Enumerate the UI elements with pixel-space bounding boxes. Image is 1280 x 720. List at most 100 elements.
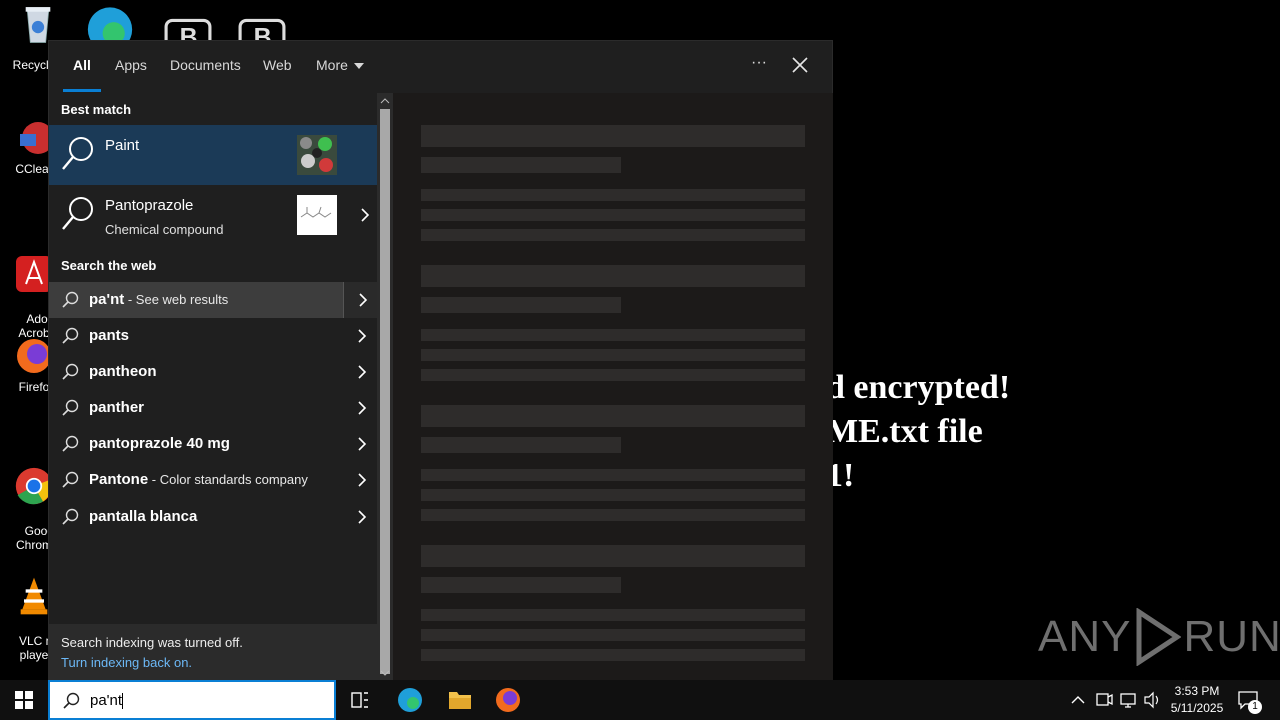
- windows-start-icon[interactable]: [0, 680, 48, 720]
- web-suggestion-item[interactable]: pantalla blanca: [49, 499, 377, 535]
- loading-placeholder: [421, 577, 621, 593]
- web-suggestion-item[interactable]: pants: [49, 318, 377, 354]
- web-suggestion-text: pants: [89, 327, 129, 344]
- open-suggestion-button[interactable]: [343, 462, 377, 498]
- search-icon: [62, 327, 79, 344]
- search-web-heading: Search the web: [61, 258, 157, 273]
- loading-placeholder: [421, 629, 805, 641]
- chevron-right-icon: [359, 293, 368, 307]
- file-explorer-icon[interactable]: [436, 680, 484, 720]
- web-suggestion-description: - See web results: [124, 292, 229, 307]
- tab-more[interactable]: More: [316, 57, 364, 77]
- scroll-up-icon[interactable]: [380, 97, 390, 105]
- search-query-text: pa'nt: [90, 692, 123, 709]
- search-icon: [62, 197, 93, 230]
- search-icon: [62, 137, 93, 170]
- close-icon[interactable]: [788, 53, 812, 77]
- web-suggestion-query: pantoprazole 40 mg: [89, 435, 230, 452]
- show-hidden-icons-chevron-icon[interactable]: [1068, 680, 1088, 720]
- loading-placeholder: [421, 609, 805, 621]
- task-view-icon[interactable]: [336, 680, 384, 720]
- best-match-pantoprazole[interactable]: Pantoprazole Chemical compound: [49, 185, 377, 245]
- notification-count-badge: 1: [1248, 700, 1262, 714]
- open-suggestion-button[interactable]: [343, 499, 377, 535]
- best-match-title: Pantoprazole: [105, 197, 194, 214]
- loading-placeholder: [421, 489, 805, 501]
- edge-taskbar-icon[interactable]: [386, 680, 434, 720]
- active-tab-indicator: [63, 89, 101, 92]
- open-suggestion-button[interactable]: [343, 354, 377, 390]
- anyrun-watermark: ANY RUN: [1038, 608, 1280, 666]
- edge-desktop-icon[interactable]: [86, 4, 134, 44]
- best-match-subtitle: Chemical compound: [105, 222, 224, 237]
- web-suggestion-query: Pantone: [89, 471, 149, 488]
- more-options-button[interactable]: ···: [747, 53, 771, 77]
- loading-placeholder: [421, 545, 805, 567]
- chevron-right-icon[interactable]: [357, 207, 373, 223]
- web-suggestion-query: pants: [89, 327, 130, 344]
- loading-placeholder: [421, 229, 805, 241]
- taskbar: pa'nt 3:53 PM 5/11/2025 1: [0, 680, 1280, 720]
- open-suggestion-button[interactable]: [343, 390, 377, 426]
- web-suggestion-text: pantoprazole 40 mg: [89, 435, 230, 452]
- tab-documents[interactable]: Documents: [170, 57, 241, 77]
- loading-placeholder: [421, 649, 805, 661]
- loading-placeholder: [421, 405, 805, 427]
- best-match-title: Paint: [105, 137, 140, 154]
- loading-placeholder: [421, 189, 805, 201]
- clock-date: 5/11/2025: [1170, 701, 1224, 715]
- web-suggestion-query: pantheon: [89, 363, 157, 380]
- loading-placeholder: [421, 437, 621, 453]
- web-suggestion-query: pa'nt: [89, 291, 125, 308]
- indexing-notice: Search indexing was turned off. Turn ind…: [49, 624, 377, 681]
- clock-time: 3:53 PM: [1174, 684, 1220, 698]
- best-match-heading: Best match: [61, 102, 132, 117]
- web-suggestion-item[interactable]: pantheon: [49, 354, 377, 390]
- tab-web[interactable]: Web: [263, 57, 292, 77]
- loading-placeholder: [421, 125, 805, 147]
- recycle-bin-icon[interactable]: [14, 4, 62, 44]
- open-suggestion-button[interactable]: [343, 426, 377, 462]
- search-icon: [62, 291, 79, 308]
- web-suggestion-query: panther: [89, 399, 145, 416]
- chevron-right-icon: [358, 401, 367, 415]
- tab-apps[interactable]: Apps: [115, 57, 147, 77]
- firefox-taskbar-icon[interactable]: [484, 680, 532, 720]
- chevron-right-icon: [358, 365, 367, 379]
- scroll-down-icon[interactable]: [380, 669, 390, 677]
- system-clock[interactable]: 3:53 PM 5/11/2025: [1164, 683, 1230, 717]
- search-icon: [62, 399, 79, 416]
- best-match-paint[interactable]: Paint: [49, 125, 377, 185]
- tab-all[interactable]: All: [73, 57, 91, 77]
- search-tabs: All Apps Documents Web More ···: [49, 41, 834, 93]
- scrollbar-thumb[interactable]: [380, 109, 390, 674]
- molecule-thumbnail-icon: [297, 195, 337, 235]
- turn-indexing-on-link[interactable]: Turn indexing back on.: [61, 655, 192, 670]
- volume-icon[interactable]: [1142, 680, 1162, 720]
- loading-placeholder: [421, 297, 621, 313]
- loading-placeholder: [421, 157, 621, 173]
- open-suggestion-button[interactable]: [343, 282, 377, 318]
- action-center-button[interactable]: 1: [1236, 688, 1262, 714]
- search-icon: [63, 692, 80, 709]
- web-suggestion-text: Pantone - Color standards company: [89, 471, 308, 488]
- loading-placeholder: [421, 509, 805, 521]
- network-icon[interactable]: [1118, 680, 1138, 720]
- search-icon: [62, 508, 79, 525]
- results-scrollbar[interactable]: [377, 93, 393, 681]
- watermark-left: ANY: [1038, 612, 1132, 661]
- web-suggestion-item[interactable]: Pantone - Color standards company: [49, 462, 377, 498]
- watermark-right: RUN: [1183, 612, 1280, 661]
- web-suggestion-item[interactable]: panther: [49, 390, 377, 426]
- desktop-icon-label: Firefo: [18, 380, 50, 394]
- meet-now-icon[interactable]: [1094, 680, 1114, 720]
- web-suggestion-item[interactable]: pantoprazole 40 mg: [49, 426, 377, 462]
- open-suggestion-button[interactable]: [343, 318, 377, 354]
- chevron-right-icon: [358, 473, 367, 487]
- results-list: Best match Paint Pantoprazole Chemical c…: [49, 93, 377, 624]
- chevron-right-icon: [358, 510, 367, 524]
- taskbar-search-input[interactable]: pa'nt: [48, 680, 336, 720]
- ransom-note-text: d encrypted! ME.txt file 1!: [826, 369, 1011, 494]
- web-suggestion-item[interactable]: pa'nt - See web results: [49, 282, 377, 318]
- search-panel: All Apps Documents Web More ··· Best mat…: [48, 40, 834, 681]
